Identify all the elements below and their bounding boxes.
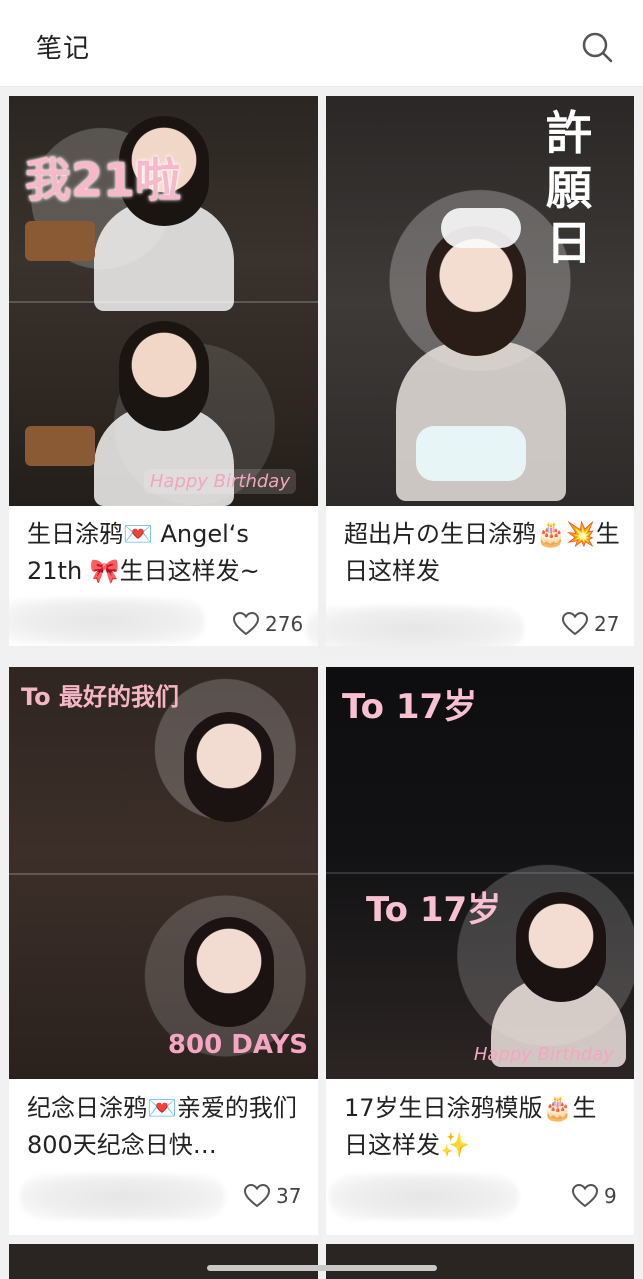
cover-headline: To 17岁 — [342, 687, 478, 727]
heart-outline-icon — [572, 1184, 598, 1208]
note-title[interactable]: 17岁生日涂鸦模版🎂生日这样发✨ — [344, 1090, 620, 1164]
collage-divider — [9, 873, 318, 875]
note-cover-image[interactable]: To 17岁 To 17岁 Happy Birthday — [326, 667, 634, 1079]
author-blurred[interactable] — [329, 1174, 519, 1220]
page-title: 笔记 — [36, 34, 91, 64]
heart-outline-icon — [244, 1184, 270, 1208]
like-count: 276 — [265, 612, 304, 636]
photo-cake — [416, 426, 526, 481]
photo-hair-bow — [441, 208, 521, 248]
like-button[interactable]: 37 — [244, 1184, 301, 1208]
like-count: 37 — [276, 1184, 302, 1208]
next-card-peek[interactable] — [9, 1244, 318, 1279]
search-button[interactable] — [580, 30, 614, 64]
like-button[interactable]: 9 — [572, 1184, 617, 1208]
heart-outline-icon — [562, 612, 588, 636]
cover-headline: 許願日 — [546, 106, 592, 270]
note-card[interactable]: To 最好的我们 800 DAYS 纪念日涂鸦💌亲爱的我们 800天纪念日快… — [9, 667, 318, 1235]
cover-headline-secondary: To 17岁 — [366, 890, 502, 930]
note-title[interactable]: 生日涂鸦💌 Angel‘s 21th 🎀生日这样发~ — [27, 516, 304, 590]
photo-figure — [184, 917, 274, 1027]
collage-divider — [9, 301, 318, 303]
collage-divider — [326, 872, 634, 874]
photo-figure — [516, 892, 606, 1002]
like-count: 27 — [594, 612, 620, 636]
note-cover-image[interactable]: To 最好的我们 800 DAYS — [9, 667, 318, 1079]
note-card[interactable]: To 17岁 To 17岁 Happy Birthday 17岁生日涂鸦模版🎂生… — [326, 667, 634, 1235]
next-card-peek[interactable] — [326, 1244, 634, 1279]
cover-headline: 我21啦 — [25, 153, 182, 207]
photo-cake — [25, 221, 95, 261]
photo-figure — [184, 712, 274, 822]
home-indicator[interactable] — [207, 1265, 437, 1271]
heart-outline-icon — [233, 612, 259, 636]
author-blurred[interactable] — [0, 598, 205, 644]
photo-cake — [25, 426, 95, 466]
cover-corner-text: 800 DAYS — [167, 1030, 308, 1060]
cover-corner-text: Happy Birthday — [143, 469, 296, 494]
note-title[interactable]: 纪念日涂鸦💌亲爱的我们 800天纪念日快… — [27, 1090, 304, 1164]
note-title[interactable]: 超出片の生日涂鸦🎂💥生日这样发 — [344, 516, 620, 590]
note-card[interactable]: 許願日 超出片の生日涂鸦🎂💥生日这样发 — [326, 96, 634, 646]
note-cover-image[interactable]: 許願日 — [326, 96, 634, 506]
like-count: 9 — [604, 1184, 617, 1208]
note-card[interactable]: 我21啦 Happy Birthday 生日涂鸦💌 Angel‘s 21th 🎀… — [9, 96, 318, 646]
author-blurred[interactable] — [20, 1174, 225, 1220]
search-icon — [582, 32, 613, 63]
top-bar: 笔记 — [0, 0, 643, 87]
note-cover-image[interactable]: 我21啦 Happy Birthday — [9, 96, 318, 506]
like-button[interactable]: 27 — [562, 612, 619, 636]
cover-corner-text: Happy Birthday — [473, 1044, 614, 1065]
cover-headline: To 最好的我们 — [21, 683, 180, 711]
like-button[interactable]: 276 — [233, 612, 303, 636]
author-blurred[interactable] — [306, 606, 524, 652]
photo-figure — [119, 321, 209, 431]
